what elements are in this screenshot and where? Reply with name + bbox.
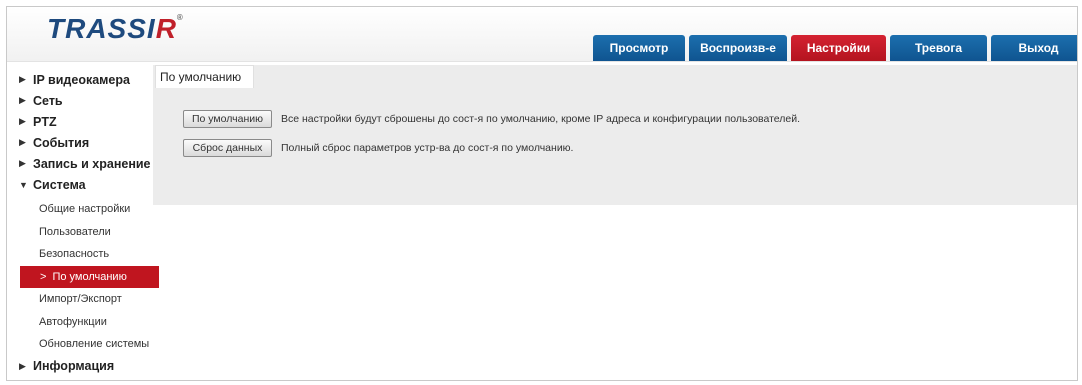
reset-default-button[interactable]: По умолчанию (183, 110, 272, 128)
factory-reset-row: Сброс данных Полный сброс параметров уст… (183, 139, 573, 157)
sidebar-subitem-label: По умолчанию (52, 270, 127, 283)
sidebar-item-system[interactable]: ▼ Система (7, 174, 159, 195)
tab-view[interactable]: Просмотр (593, 35, 685, 61)
sidebar-subitem-default[interactable]: > По умолчанию (20, 265, 159, 288)
sidebar-item-ptz[interactable]: ▶ PTZ (7, 111, 159, 132)
triangle-right-icon: ▶ (19, 74, 26, 84)
chevron-right-icon: > (40, 270, 47, 283)
top-navigation: Просмотр Воспроизв-е Настройки Тревога В… (593, 35, 1077, 61)
sidebar-subitem-general[interactable]: Общие настройки (7, 198, 159, 221)
sidebar-subitem-system-update[interactable]: Обновление системы (7, 333, 159, 356)
sidebar-item-ip-camera[interactable]: ▶ IP видеокамера (7, 69, 159, 90)
sidebar-item-events[interactable]: ▶ События (7, 132, 159, 153)
reset-default-description: Все настройки будут сброшены до сост-я п… (281, 113, 801, 125)
app-window: TRASSIR® Просмотр Воспроизв-е Настройки … (6, 6, 1078, 381)
sidebar-subitem-import-export[interactable]: Импорт/Экспорт (7, 288, 159, 311)
sidebar-item-label: Система (33, 177, 86, 192)
reset-default-row: По умолчанию Все настройки будут сброшен… (183, 110, 800, 128)
trassir-logo: TRASSIR® (47, 13, 184, 44)
tab-logout[interactable]: Выход (991, 35, 1077, 61)
factory-reset-description: Полный сброс параметров устр-ва до сост-… (281, 142, 574, 154)
sidebar-subitem-auto-functions[interactable]: Автофункции (7, 311, 159, 334)
triangle-right-icon: ▶ (19, 116, 26, 126)
triangle-down-icon: ▼ (19, 179, 28, 190)
sidebar-subitem-security[interactable]: Безопасность (7, 243, 159, 266)
tab-settings[interactable]: Настройки (791, 35, 886, 61)
sidebar-item-network[interactable]: ▶ Сеть (7, 90, 159, 111)
settings-panel: По умолчанию По умолчанию Все настройки … (153, 65, 1077, 205)
triangle-right-icon: ▶ (19, 158, 26, 168)
sidebar-item-label: Сеть (33, 93, 63, 108)
sidebar: ▶ IP видеокамера ▶ Сеть ▶ PTZ ▶ События … (7, 69, 159, 377)
sidebar-item-label: Запись и хранение (33, 156, 151, 171)
tab-alarm[interactable]: Тревога (890, 35, 987, 61)
sidebar-item-storage[interactable]: ▶ Запись и хранение (7, 153, 159, 174)
header-bar: TRASSIR® Просмотр Воспроизв-е Настройки … (7, 7, 1077, 62)
triangle-right-icon: ▶ (19, 360, 26, 371)
sidebar-item-information[interactable]: ▶ Информация (7, 356, 159, 377)
sidebar-item-label: Информация (33, 359, 115, 373)
sidebar-item-label: IP видеокамера (33, 72, 130, 87)
panel-tab-default[interactable]: По умолчанию (155, 65, 255, 88)
triangle-right-icon: ▶ (19, 95, 26, 105)
tab-playback[interactable]: Воспроизв-е (689, 35, 787, 61)
sidebar-item-label: События (33, 135, 90, 150)
sidebar-item-label: PTZ (33, 114, 57, 129)
sidebar-subitem-users[interactable]: Пользователи (7, 221, 159, 244)
triangle-right-icon: ▶ (19, 137, 26, 147)
factory-reset-button[interactable]: Сброс данных (183, 139, 272, 157)
